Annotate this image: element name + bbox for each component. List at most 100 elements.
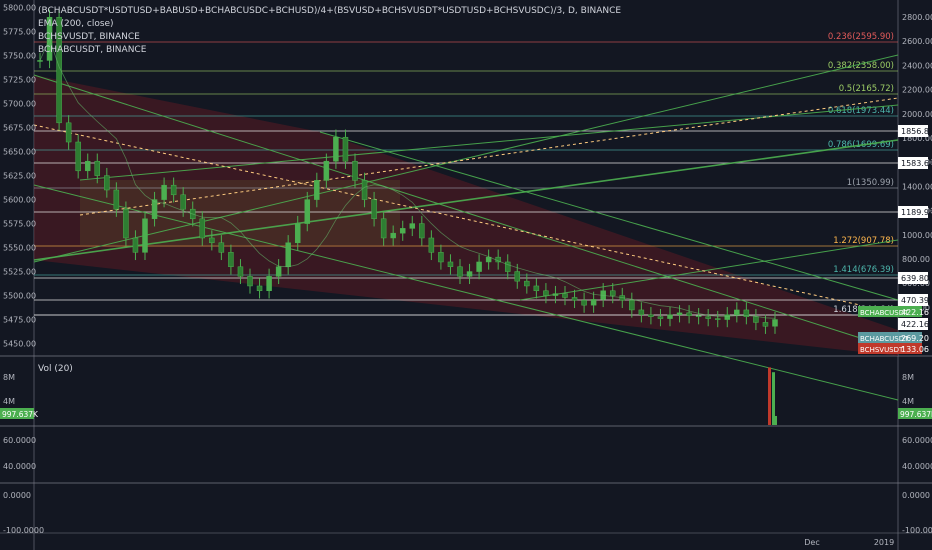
candle-body bbox=[209, 237, 215, 244]
candle-body bbox=[419, 223, 425, 239]
vol-right-badge: 997.637K bbox=[900, 410, 932, 419]
candle-body bbox=[514, 271, 521, 282]
candle-body bbox=[256, 285, 263, 291]
candle-body bbox=[476, 261, 482, 272]
fib-label-6: 1.272(907.78) bbox=[833, 236, 894, 246]
vol-left-badge: 997.637K bbox=[2, 410, 39, 419]
osc2-left-tick: -100.0000 bbox=[3, 526, 44, 535]
candle-body bbox=[314, 180, 320, 200]
right-tick-label: 800.00 bbox=[902, 255, 930, 264]
candle-body bbox=[562, 293, 568, 298]
volume-legend[interactable]: Vol (20) bbox=[38, 364, 73, 374]
candle-body bbox=[151, 199, 158, 220]
candle-body bbox=[380, 218, 387, 239]
right-tick-label: 1000.00 bbox=[902, 231, 932, 240]
left-tick-label: 5475.00 bbox=[3, 316, 36, 325]
candle-body bbox=[94, 160, 101, 176]
price-label: 1189.93 bbox=[901, 208, 932, 217]
candle-body bbox=[533, 285, 540, 291]
osc1-left-tick: 40.0000 bbox=[3, 462, 36, 471]
osc2-right-tick: -100.0000 bbox=[902, 526, 932, 535]
fib-label-0: 0.236(2595.90) bbox=[828, 32, 894, 42]
candle-body bbox=[294, 223, 301, 244]
candle-body bbox=[590, 299, 597, 306]
price-label: 422.16 bbox=[901, 320, 929, 329]
candle-body bbox=[772, 319, 778, 327]
candle-body bbox=[714, 318, 721, 320]
left-tick-label: 5775.00 bbox=[3, 28, 36, 37]
candle-body bbox=[762, 322, 769, 327]
right-tick-label: 2000.00 bbox=[902, 110, 932, 119]
osc1-right-tick: 40.0000 bbox=[902, 462, 932, 471]
candle-body bbox=[371, 199, 377, 220]
vol-bar bbox=[774, 416, 777, 425]
fib-label-7: 1.414(676.39) bbox=[833, 265, 894, 275]
candle-body bbox=[581, 300, 587, 306]
osc1-left-tick: 60.0000 bbox=[3, 436, 36, 445]
fib-label-2: 0.5(2165.72) bbox=[839, 84, 894, 94]
candle-body bbox=[552, 293, 559, 296]
candle-body bbox=[466, 271, 473, 277]
vol-left-tick: 8M bbox=[3, 373, 15, 382]
left-tick-label: 5750.00 bbox=[3, 52, 36, 61]
candle-body bbox=[629, 300, 635, 311]
price-label: 639.80 bbox=[901, 274, 929, 283]
candle-body bbox=[142, 218, 148, 253]
right-tick-label: 2800.00 bbox=[902, 13, 932, 22]
price-label: 1583.62 bbox=[901, 159, 932, 168]
left-tick-label: 5500.00 bbox=[3, 292, 36, 301]
candle-body bbox=[323, 160, 330, 181]
candle-body bbox=[438, 252, 444, 263]
badge-label: BCHSVUSDT bbox=[860, 346, 904, 354]
candle-body bbox=[648, 314, 654, 317]
chart-stage[interactable]: 0.236(2595.90)0.382(2358.00)0.5(2165.72)… bbox=[0, 0, 932, 550]
price-label: 1856.88 bbox=[901, 127, 932, 136]
badge-value: 269.20 bbox=[901, 334, 929, 343]
candle-body bbox=[409, 223, 416, 229]
candle-body bbox=[123, 208, 129, 239]
candle-body bbox=[657, 316, 664, 319]
vol-right-tick: 4M bbox=[902, 397, 914, 406]
candle-body bbox=[524, 280, 530, 287]
fib-label-5: 1(1350.99) bbox=[847, 178, 894, 188]
candle-body bbox=[104, 175, 110, 191]
vol-bar bbox=[768, 367, 771, 425]
candle-body bbox=[352, 160, 358, 181]
overlay-legend-sv[interactable]: BCHSVUSDT, BINANCE bbox=[38, 32, 140, 42]
candle-body bbox=[571, 297, 578, 301]
candle-body bbox=[84, 160, 91, 172]
candle-body bbox=[361, 180, 368, 200]
osc2-right-tick: 0.0000 bbox=[902, 491, 930, 500]
candle-body bbox=[753, 316, 759, 323]
left-tick-label: 5575.00 bbox=[3, 220, 36, 229]
candle-body bbox=[228, 252, 234, 268]
ema-legend[interactable]: EMA (200, close) bbox=[38, 19, 114, 29]
overlay-legend-abc[interactable]: BCHABCUSDT, BINANCE bbox=[38, 45, 146, 55]
candle-body bbox=[170, 184, 177, 196]
candle-body bbox=[75, 141, 81, 172]
candle-body bbox=[304, 199, 311, 224]
candle-body bbox=[705, 316, 711, 319]
right-tick-label: 2200.00 bbox=[902, 86, 932, 95]
candle-body bbox=[485, 256, 492, 263]
left-tick-label: 5725.00 bbox=[3, 76, 36, 85]
candle-body bbox=[275, 266, 282, 277]
price-label: 470.39 bbox=[901, 296, 929, 305]
candle-body bbox=[333, 136, 339, 162]
candle-body bbox=[180, 194, 186, 210]
candle-body bbox=[161, 184, 167, 200]
symbol-title[interactable]: (BCHABCUSDT*USDTUSD+BABUSD+BCHABCUSDC+BC… bbox=[38, 6, 621, 16]
osc1-right-tick: 60.0000 bbox=[902, 436, 932, 445]
right-tick-label: 2600.00 bbox=[902, 37, 932, 46]
left-tick-label: 5450.00 bbox=[3, 340, 36, 349]
candle-body bbox=[65, 122, 72, 143]
candle-body bbox=[686, 312, 692, 316]
candle-body bbox=[37, 60, 43, 62]
time-label: 2019 bbox=[874, 538, 894, 547]
vol-right-tick: 8M bbox=[902, 373, 914, 382]
candle-body bbox=[342, 136, 349, 162]
left-tick-label: 5700.00 bbox=[3, 100, 36, 109]
badge-value: 133.06 bbox=[901, 345, 929, 354]
vol-left-tick: 4M bbox=[3, 397, 15, 406]
candle-body bbox=[199, 218, 206, 239]
